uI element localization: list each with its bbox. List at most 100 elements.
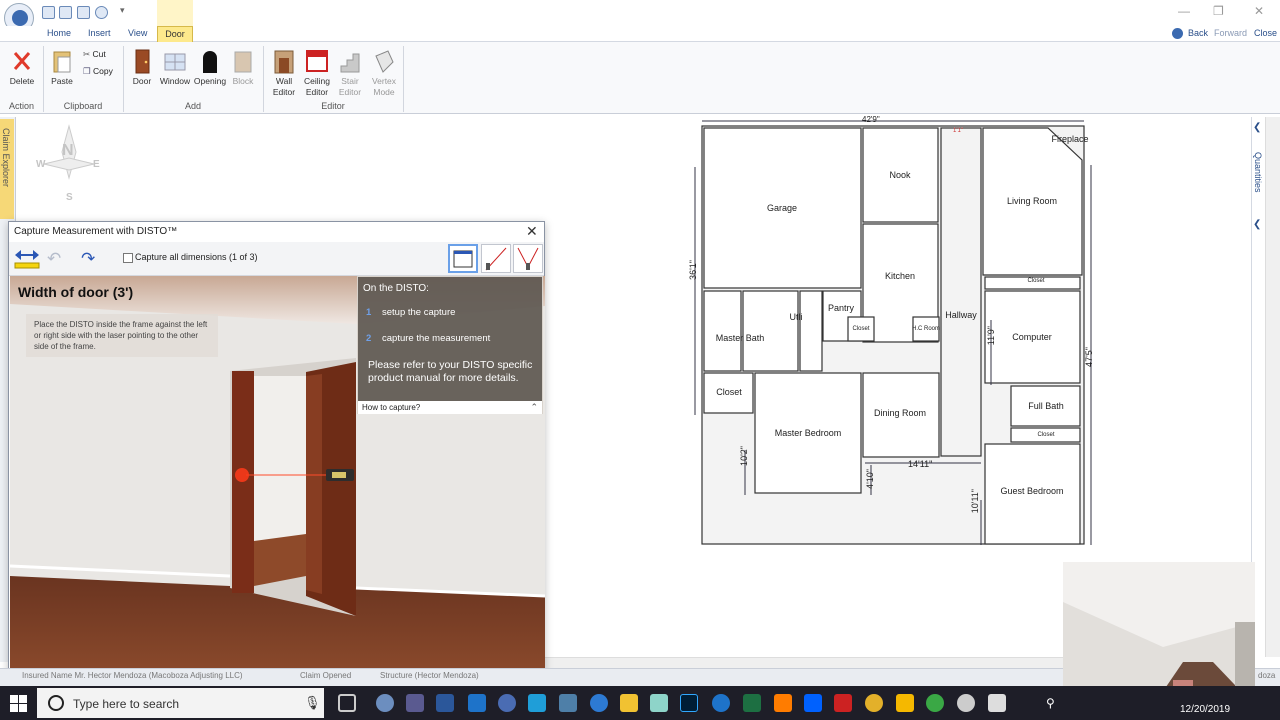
room-label: Full Bath bbox=[1028, 401, 1064, 411]
close-link[interactable]: Close bbox=[1254, 28, 1277, 38]
quick-access-dropdown-icon[interactable]: ▾ bbox=[120, 5, 125, 16]
xactimate-icon[interactable] bbox=[498, 694, 516, 712]
window-button[interactable]: Window bbox=[158, 48, 192, 87]
room-label: Dining Room bbox=[873, 408, 927, 418]
room-label: Master Bedroom bbox=[774, 428, 842, 438]
restore-icon[interactable]: ❐ bbox=[1213, 4, 1224, 18]
wall-editor-label-2: Editor bbox=[272, 87, 296, 97]
edge-icon[interactable] bbox=[590, 694, 608, 712]
tab-door[interactable]: Door bbox=[157, 26, 193, 42]
ceiling-editor-icon bbox=[306, 48, 328, 74]
microphone-icon[interactable]: 🎙 bbox=[304, 695, 321, 711]
dimension-label: 11'9" bbox=[986, 326, 996, 346]
room-label: Computer bbox=[1012, 332, 1052, 342]
chrome-icon[interactable] bbox=[865, 694, 883, 712]
app-icon[interactable] bbox=[957, 694, 975, 712]
paste-button[interactable]: Paste bbox=[47, 48, 77, 87]
tab-home[interactable]: Home bbox=[47, 28, 71, 38]
app-icon[interactable] bbox=[896, 694, 914, 712]
compass-n: N bbox=[62, 142, 74, 159]
status-claim[interactable]: Claim Opened bbox=[300, 671, 351, 680]
step-width-thumb[interactable] bbox=[448, 244, 478, 273]
compass-rose[interactable]: N W E S bbox=[36, 122, 102, 204]
back-link[interactable]: Back bbox=[1188, 28, 1208, 38]
app-icon[interactable] bbox=[926, 694, 944, 712]
door-button[interactable]: Door bbox=[129, 48, 155, 87]
print-icon[interactable] bbox=[77, 6, 90, 19]
how-note: Please refer to your DISTO specific prod… bbox=[368, 359, 533, 384]
room-label: Closet bbox=[1037, 432, 1055, 438]
tab-insert[interactable]: Insert bbox=[88, 28, 111, 38]
collapse-icon[interactable]: ❮ bbox=[1253, 122, 1261, 133]
app-icon[interactable] bbox=[988, 694, 1006, 712]
expand-icon[interactable]: ❮ bbox=[1253, 219, 1261, 230]
acrobat-icon[interactable] bbox=[834, 694, 852, 712]
ie-icon[interactable] bbox=[712, 694, 730, 712]
group-divider bbox=[403, 46, 404, 112]
floor-plan[interactable]: Garage Nook Living Room Fireplace Kitche… bbox=[685, 115, 1105, 555]
word-icon[interactable] bbox=[436, 694, 454, 712]
app-icon[interactable] bbox=[406, 694, 424, 712]
block-button[interactable]: Block bbox=[230, 48, 256, 87]
status-insured[interactable]: Insured Name Mr. Hector Mendoza (Macoboz… bbox=[22, 671, 243, 680]
stair-editor-button[interactable]: Stair Editor bbox=[335, 48, 365, 98]
excel-icon[interactable] bbox=[743, 694, 761, 712]
capture-all-checkbox[interactable] bbox=[123, 253, 133, 263]
quantities-tab[interactable]: Quantities bbox=[1253, 152, 1263, 193]
ceiling-editor-label-1: Ceiling bbox=[304, 76, 330, 86]
room-label: Pantry bbox=[827, 303, 855, 313]
app-icon[interactable] bbox=[650, 694, 668, 712]
dialog-title: Capture Measurement with DISTO™ bbox=[14, 226, 178, 237]
undo-capture-icon[interactable]: ↶ bbox=[47, 249, 61, 269]
task-view-icon[interactable] bbox=[338, 694, 356, 712]
minimize-icon[interactable]: — bbox=[1178, 4, 1190, 18]
cut-button[interactable]: ✂ Cut bbox=[83, 49, 106, 60]
vertex-mode-label-1: Vertex bbox=[371, 76, 397, 86]
file-explorer-icon[interactable] bbox=[620, 694, 638, 712]
tab-view[interactable]: View bbox=[128, 28, 147, 38]
group-label-add: Add bbox=[184, 101, 201, 111]
undo-icon[interactable] bbox=[95, 6, 108, 19]
dropbox-icon[interactable] bbox=[804, 694, 822, 712]
collapse-chevron-icon[interactable]: ⌃ bbox=[530, 401, 538, 414]
save-icon[interactable] bbox=[42, 6, 55, 19]
app-icon[interactable] bbox=[376, 694, 394, 712]
status-right: doza bbox=[1258, 671, 1276, 680]
how-heading: On the DISTO: bbox=[363, 283, 429, 294]
measure-width-icon[interactable] bbox=[13, 248, 41, 270]
people-icon[interactable]: ⚲ bbox=[1046, 696, 1055, 710]
taskbar-date: 12/20/2019 bbox=[1180, 704, 1231, 715]
app-icon[interactable] bbox=[468, 694, 486, 712]
room-label: Kitchen bbox=[884, 271, 916, 281]
copy-button[interactable]: ❐ Copy bbox=[83, 66, 113, 77]
wall-editor-button[interactable]: Wall Editor bbox=[269, 48, 299, 98]
step-height-thumb[interactable] bbox=[481, 244, 511, 273]
delete-button[interactable]: Delete bbox=[6, 48, 38, 87]
step-depth-thumb[interactable] bbox=[513, 244, 543, 273]
back-icon[interactable] bbox=[1172, 28, 1183, 39]
how-step: 1 setup the capture bbox=[366, 307, 455, 318]
status-structure[interactable]: Structure (Hector Mendoza) bbox=[380, 671, 479, 680]
illustrator-icon[interactable] bbox=[774, 694, 792, 712]
ceiling-editor-button[interactable]: Ceiling Editor bbox=[302, 48, 332, 98]
open-icon[interactable] bbox=[59, 6, 72, 19]
ceiling-editor-label-2: Editor bbox=[305, 87, 329, 97]
vertex-mode-label-2: Mode bbox=[373, 87, 395, 97]
step-text: capture the measurement bbox=[382, 333, 491, 344]
room-label: Guest Bedroom bbox=[1000, 486, 1064, 496]
vertex-mode-button[interactable]: Vertex Mode bbox=[368, 48, 400, 98]
vertical-scrollbar[interactable] bbox=[1265, 117, 1280, 657]
room-label: Fireplace bbox=[1051, 134, 1089, 144]
step-number: 2 bbox=[366, 333, 372, 344]
opening-button[interactable]: Opening bbox=[193, 48, 227, 87]
app-icon[interactable] bbox=[559, 694, 577, 712]
windows-start-icon[interactable] bbox=[10, 695, 27, 712]
forward-link[interactable]: Forward bbox=[1214, 28, 1247, 38]
window-close-icon[interactable]: ✕ bbox=[1254, 4, 1264, 18]
app-icon[interactable] bbox=[528, 694, 546, 712]
room-label: Hallway bbox=[945, 310, 977, 320]
dialog-close-icon[interactable]: ✕ bbox=[526, 223, 538, 240]
photoshop-icon[interactable] bbox=[680, 694, 698, 712]
how-to-capture-toggle[interactable]: How to capture? ⌃ bbox=[358, 401, 542, 414]
redo-capture-icon[interactable]: ↷ bbox=[81, 249, 95, 269]
